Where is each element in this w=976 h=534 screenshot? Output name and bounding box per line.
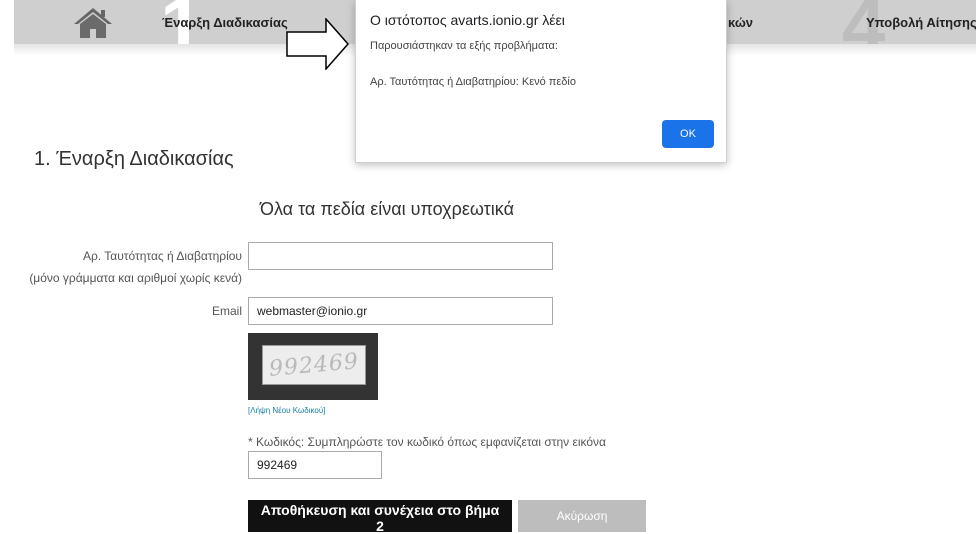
form-subtitle: Όλα τα πεδία είναι υποχρεωτικά <box>260 199 514 219</box>
captcha-code-label: * Κωδικός: Συμπληρώστε τον κωδικό όπως ε… <box>248 435 606 449</box>
save-and-continue-button[interactable]: Αποθήκευση και συνέχεια στο βήμα 2 <box>248 500 512 534</box>
step-1-label[interactable]: Έναρξη Διαδικασίας <box>162 15 288 30</box>
new-captcha-link[interactable]: [Λήψη Νέου Κωδικού] <box>248 406 325 415</box>
alert-ok-button[interactable]: OK <box>662 120 714 148</box>
email-field-label: Email <box>211 304 242 318</box>
alert-dialog: Ο ιστότοπος avarts.ionio.gr λέει Παρουσι… <box>355 0 727 163</box>
id-field-hint: (μόνο γράμματα και αριθμοί χωρίς κενά) <box>29 271 242 285</box>
alert-message-error: Αρ. Ταυτότητας ή Διαβατηρίου: Κενό πεδίο <box>370 76 576 88</box>
id-field-label: Αρ. Ταυτότητας ή Διαβατηρίου <box>82 249 242 263</box>
page-title: 1. Έναρξη Διαδικασίας <box>34 148 234 170</box>
step-4-label[interactable]: Υποβολή Αίτησης <box>866 15 976 30</box>
captcha-code-input[interactable] <box>248 451 382 479</box>
arrow-right-icon <box>286 18 349 70</box>
captcha-image-panel: 992469 <box>262 345 366 385</box>
email-input[interactable] <box>248 297 553 325</box>
id-number-input[interactable] <box>248 242 553 270</box>
home-icon <box>74 8 112 38</box>
alert-message-intro: Παρουσιάστηκαν τα εξής προβλήματα: <box>370 40 558 52</box>
captcha-image: 992469 <box>248 333 378 400</box>
captcha-code-text: 992469 <box>268 348 360 382</box>
home-button[interactable] <box>58 0 128 44</box>
cancel-button[interactable]: Ακύρωση <box>518 500 646 532</box>
alert-title: Ο ιστότοπος avarts.ionio.gr λέει <box>370 12 565 28</box>
step-3-label[interactable]: κών <box>728 15 753 30</box>
